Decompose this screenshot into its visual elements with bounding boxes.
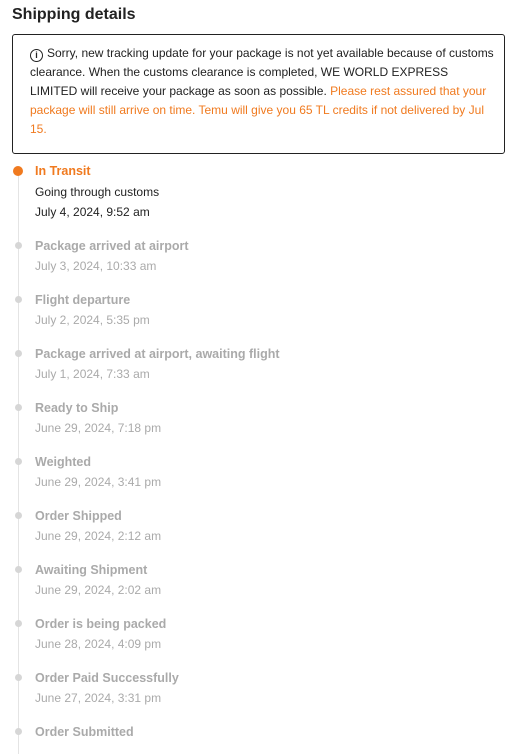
timeline-dot (15, 458, 22, 465)
step-title: Weighted (35, 455, 92, 469)
timeline-dot-active (13, 166, 23, 176)
step-title: Order is being packed (35, 617, 167, 631)
step-title: Package arrived at airport (35, 239, 189, 253)
step-title: Package arrived at airport, awaiting fli… (35, 347, 280, 361)
step-time: June 29, 2024, 2:12 am (35, 529, 162, 543)
timeline-dot (15, 728, 22, 735)
step-title: Order Shipped (35, 509, 122, 523)
timeline-dot (15, 242, 22, 249)
timeline-dot (15, 404, 22, 411)
step-title: Order Submitted (35, 725, 134, 739)
step-title: In Transit (35, 164, 91, 178)
step-time: June 29, 2024, 2:02 am (35, 583, 162, 597)
step-title: Flight departure (35, 293, 131, 307)
timeline-dot (15, 620, 22, 627)
timeline-dot (15, 296, 22, 303)
step-time: July 3, 2024, 10:33 am (35, 259, 157, 273)
step-time: June 27, 2024, 3:31 pm (35, 691, 162, 705)
step-time: July 1, 2024, 7:33 am (35, 367, 150, 381)
timeline-dot (15, 512, 22, 519)
timeline-dot (15, 674, 22, 681)
customs-notice: i Sorry, new tracking update for your pac… (12, 34, 505, 154)
step-time: June 29, 2024, 3:41 pm (35, 475, 162, 489)
page-title: Shipping details (12, 6, 136, 23)
step-time: June 28, 2024, 4:09 pm (35, 637, 162, 651)
step-time: July 2, 2024, 5:35 pm (35, 313, 150, 327)
step-title: Awaiting Shipment (35, 563, 148, 577)
step-title: Ready to Ship (35, 401, 119, 415)
step-time: June 29, 2024, 7:18 pm (35, 421, 162, 435)
timeline-dot (15, 566, 22, 573)
step-title: Order Paid Successfully (35, 671, 179, 685)
step-time: July 4, 2024, 9:52 am (35, 205, 150, 219)
info-icon: i (30, 49, 43, 62)
step-description: Going through customs (35, 185, 160, 199)
timeline-dot (15, 350, 22, 357)
